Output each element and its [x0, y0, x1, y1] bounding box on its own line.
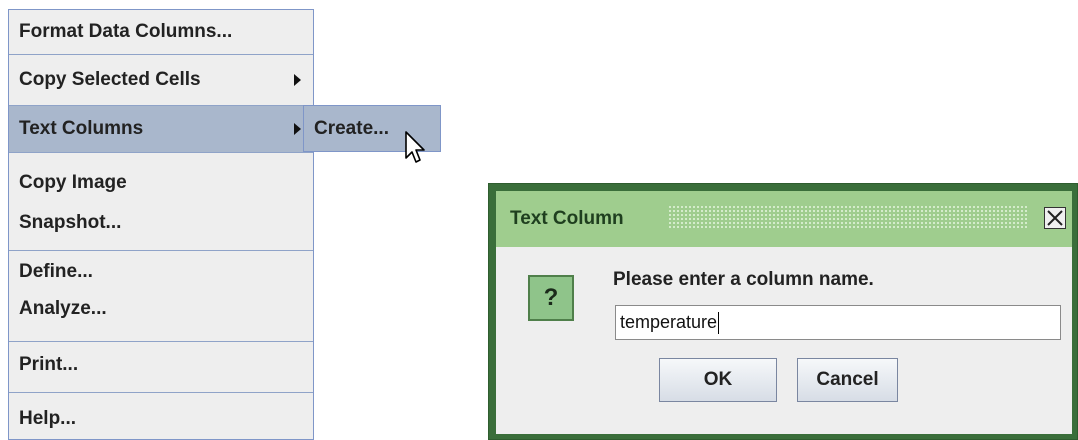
submenu-item-label: Create... — [314, 117, 389, 139]
text-caret — [718, 311, 720, 334]
dialog-titlebar[interactable]: Text Column — [496, 191, 1072, 247]
menu-separator — [9, 152, 313, 153]
titlebar-drag-pattern — [668, 205, 1028, 229]
dialog-body: ? Please enter a column name. temperatur… — [496, 247, 1072, 434]
mouse-pointer-icon — [405, 131, 425, 163]
menu-item-label: Snapshot... — [19, 212, 122, 233]
close-button[interactable] — [1044, 207, 1066, 229]
menu-item-label: Print... — [19, 354, 79, 375]
submenu-arrow-icon — [294, 74, 301, 86]
submenu-arrow-icon — [294, 123, 301, 135]
cancel-button[interactable]: Cancel — [797, 358, 898, 402]
menu-item-text-columns[interactable]: Text Columns — [9, 106, 313, 152]
menu-item-label: Copy Selected Cells — [19, 69, 201, 90]
dialog-title: Text Column — [510, 208, 624, 229]
menu-separator — [9, 250, 313, 251]
menu-separator — [9, 341, 313, 342]
ok-button[interactable]: OK — [659, 358, 777, 402]
dialog-message: Please enter a column name. — [613, 269, 874, 290]
context-menu: Format Data Columns... Copy Selected Cel… — [8, 9, 314, 440]
menu-item-label: Analyze... — [19, 298, 107, 319]
close-icon — [1047, 210, 1063, 226]
question-icon: ? — [528, 275, 574, 321]
menu-item-snapshot[interactable]: Snapshot... — [9, 204, 313, 242]
menu-item-label: Copy Image — [19, 172, 127, 193]
menu-item-print[interactable]: Print... — [9, 346, 313, 384]
menu-item-label: Define... — [19, 261, 93, 282]
menu-item-define[interactable]: Define... — [9, 253, 313, 291]
menu-item-label: Text Columns — [19, 118, 144, 139]
menu-item-label: Format Data Columns... — [19, 21, 233, 42]
menu-separator — [9, 392, 313, 393]
menu-item-copy-image[interactable]: Copy Image — [9, 164, 313, 202]
menu-item-format-data-columns[interactable]: Format Data Columns... — [9, 10, 313, 54]
menu-item-analyze[interactable]: Analyze... — [9, 290, 313, 328]
text-column-dialog: Text Column ? Please enter a column name… — [488, 183, 1078, 440]
menu-item-help[interactable]: Help... — [9, 400, 313, 438]
column-name-input[interactable]: temperature — [615, 305, 1061, 340]
menu-item-label: Help... — [19, 408, 77, 429]
input-value: temperature — [620, 312, 718, 332]
menu-item-copy-selected-cells[interactable]: Copy Selected Cells — [9, 55, 313, 105]
